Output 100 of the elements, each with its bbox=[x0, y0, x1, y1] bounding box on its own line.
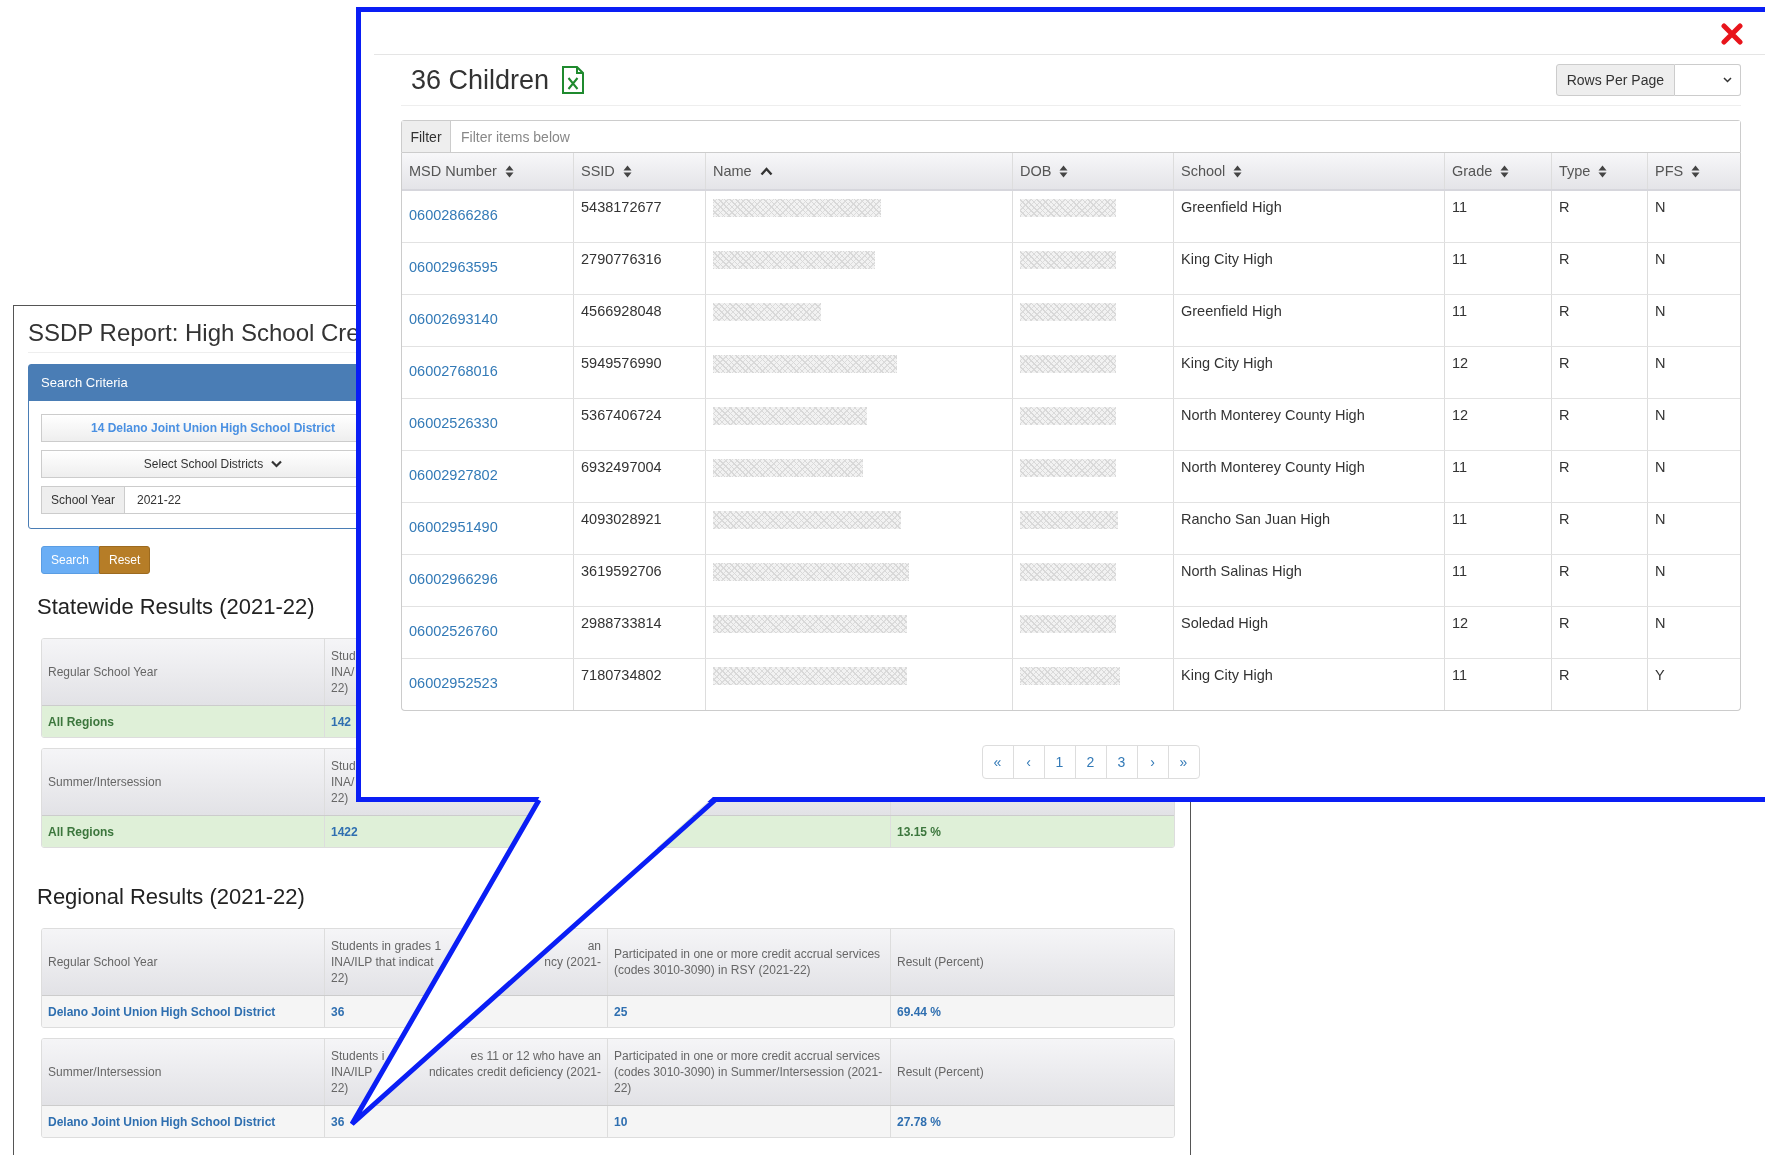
column-header-text: 22) bbox=[331, 970, 349, 986]
grade-text: 12 bbox=[1452, 407, 1469, 423]
ssid-text: 6932497004 bbox=[581, 459, 662, 475]
column-header[interactable]: Name bbox=[706, 153, 1013, 189]
pagination-link[interactable]: « bbox=[981, 745, 1014, 779]
column-header: Result (Percent) bbox=[897, 954, 984, 970]
close-icon[interactable] bbox=[1721, 23, 1743, 45]
school-text: North Salinas High bbox=[1181, 563, 1302, 579]
pagination-link[interactable]: » bbox=[1167, 745, 1200, 779]
pagination-link[interactable]: ‹ bbox=[1012, 745, 1045, 779]
school-text: King City High bbox=[1181, 251, 1273, 267]
msd-number-link[interactable]: 06002952523 bbox=[409, 675, 498, 691]
column-header[interactable]: Type bbox=[1552, 153, 1648, 189]
region-name: All Regions bbox=[48, 824, 114, 839]
column-header-text: INA/ILP that indicat bbox=[331, 954, 434, 970]
column-header[interactable]: PFS bbox=[1648, 153, 1740, 189]
count-link[interactable]: 36 bbox=[331, 1114, 345, 1129]
type-text: R bbox=[1559, 615, 1570, 631]
column-header-text: 22) bbox=[331, 790, 349, 806]
pagination-link[interactable]: 2 bbox=[1074, 745, 1107, 779]
column-header: Result (Percent) bbox=[897, 1064, 984, 1080]
school-text: Greenfield High bbox=[1181, 199, 1282, 215]
pfs-text: N bbox=[1655, 199, 1666, 215]
msd-number-link[interactable]: 06002951490 bbox=[409, 519, 498, 535]
chevron-down-icon bbox=[1723, 77, 1732, 83]
column-header-text: 22) bbox=[331, 1080, 349, 1096]
percent-value: 69.44 % bbox=[897, 1004, 942, 1019]
msd-number-link[interactable]: 06002966296 bbox=[409, 571, 498, 587]
pagination-link[interactable]: 3 bbox=[1105, 745, 1138, 779]
grade-text: 11 bbox=[1452, 563, 1468, 579]
column-header[interactable]: Grade bbox=[1445, 153, 1552, 189]
column-header-text: Students i bbox=[331, 1048, 385, 1064]
count-link[interactable]: 36 bbox=[331, 1004, 345, 1019]
type-text: R bbox=[1559, 199, 1570, 215]
column-header-text: INA/ILP bbox=[331, 1064, 373, 1080]
count-link[interactable]: 10 bbox=[614, 1114, 628, 1129]
school-text: Soledad High bbox=[1181, 615, 1269, 631]
msd-number-link[interactable]: 06002927802 bbox=[409, 467, 498, 483]
pfs-text: N bbox=[1655, 407, 1666, 423]
type-text: R bbox=[1559, 303, 1570, 319]
ssid-text: 2790776316 bbox=[581, 251, 662, 267]
count-link[interactable]: 25 bbox=[614, 1004, 628, 1019]
section-heading: Regional Results (2021-22) bbox=[37, 884, 306, 910]
school-text: Rancho San Juan High bbox=[1181, 511, 1331, 527]
column-header[interactable]: DOB bbox=[1013, 153, 1174, 189]
type-text: R bbox=[1559, 407, 1570, 423]
pfs-text: N bbox=[1655, 459, 1666, 475]
region-name: Delano Joint Union High School District bbox=[48, 1004, 276, 1019]
count-link[interactable]: 1422 bbox=[331, 824, 358, 839]
column-header-text: INA/ bbox=[331, 664, 355, 680]
column-header: Regular School Year bbox=[48, 954, 158, 970]
school-text: North Monterey County High bbox=[1181, 407, 1365, 423]
percent-value: 27.78 % bbox=[897, 1114, 942, 1129]
column-header: Summer/Intersession bbox=[48, 1064, 162, 1080]
column-header-text: Stud bbox=[331, 758, 356, 774]
msd-number-link[interactable]: 06002526330 bbox=[409, 415, 498, 431]
type-text: R bbox=[1559, 251, 1570, 267]
msd-number-link[interactable]: 06002963595 bbox=[409, 259, 498, 275]
column-header-text: Stud bbox=[331, 648, 356, 664]
pagination-link[interactable]: › bbox=[1136, 745, 1169, 779]
school-text: King City High bbox=[1181, 667, 1273, 683]
school-text: Greenfield High bbox=[1181, 303, 1282, 319]
column-header-text: ndicates credit deficiency (2021- bbox=[428, 1064, 601, 1080]
column-header-text: ncy (2021- bbox=[544, 954, 601, 970]
column-header-text: Students in grades 1 bbox=[331, 938, 442, 954]
section-heading: Statewide Results (2021-22) bbox=[37, 594, 316, 620]
column-header: Summer/Intersession bbox=[48, 774, 162, 790]
msd-number-link[interactable]: 06002526760 bbox=[409, 623, 498, 639]
column-header: Participated in one or more credit accrual services (codes 3010-3090) in Summer/Intersession (2021-22) bbox=[614, 1048, 884, 1096]
dialog-title: 36 Children bbox=[411, 64, 550, 96]
chevron-down-icon bbox=[271, 460, 283, 468]
grade-text: 12 bbox=[1452, 615, 1469, 631]
grade-text: 11 bbox=[1452, 199, 1468, 215]
pfs-text: Y bbox=[1655, 667, 1665, 683]
column-header-text: an bbox=[587, 938, 601, 954]
rows-per-page-label: Rows Per Page bbox=[1555, 64, 1675, 96]
pfs-text: N bbox=[1655, 615, 1666, 631]
reset-button[interactable]: Reset bbox=[99, 546, 151, 574]
type-text: R bbox=[1559, 511, 1570, 527]
msd-number-link[interactable]: 06002768016 bbox=[409, 363, 498, 379]
column-header[interactable]: School bbox=[1174, 153, 1445, 189]
school-text: North Monterey County High bbox=[1181, 459, 1365, 475]
ssid-text: 5438172677 bbox=[581, 199, 662, 215]
type-text: R bbox=[1559, 459, 1570, 475]
pfs-text: N bbox=[1655, 563, 1666, 579]
region-name: Delano Joint Union High School District bbox=[48, 1114, 276, 1129]
ssid-text: 2988733814 bbox=[581, 615, 662, 631]
count-link[interactable]: 142 bbox=[331, 714, 352, 729]
region-name: All Regions bbox=[48, 714, 114, 729]
pagination-link[interactable]: 1 bbox=[1043, 745, 1076, 779]
grade-text: 11 bbox=[1452, 511, 1468, 527]
grade-text: 11 bbox=[1452, 459, 1468, 475]
pfs-text: N bbox=[1655, 251, 1666, 267]
pfs-text: N bbox=[1655, 303, 1666, 319]
column-header[interactable]: SSID bbox=[574, 153, 706, 189]
ssid-text: 4566928048 bbox=[581, 303, 662, 319]
msd-number-link[interactable]: 06002866286 bbox=[409, 207, 498, 223]
column-header-text: es 11 or 12 who have an bbox=[470, 1048, 601, 1064]
spreadsheet-icon[interactable] bbox=[561, 65, 586, 95]
column-header[interactable]: MSD Number bbox=[402, 153, 574, 189]
